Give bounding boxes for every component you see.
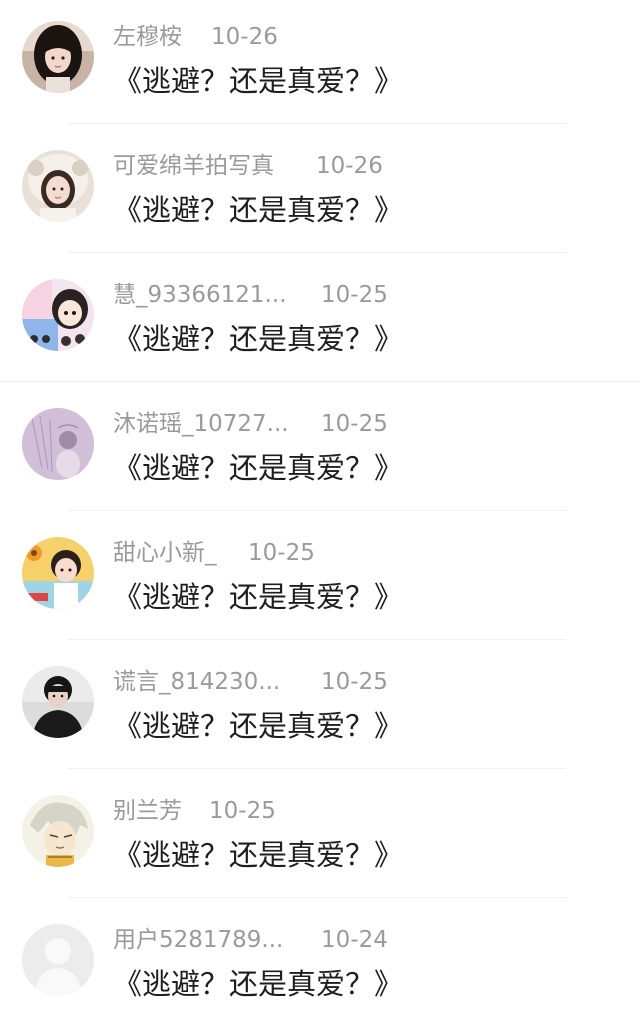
divider <box>68 123 566 124</box>
comment-date: 10-25 <box>248 540 315 566</box>
comment-meta: 甜心小新_ 10-25 <box>113 538 315 568</box>
boy-sunflower-avatar[interactable] <box>22 537 94 609</box>
comment-meta: 可爱绵羊拍写真 10-26 <box>113 151 383 181</box>
comment-item: 沐诺瑶_10727... 10-25 《逃避？还是真爱？》 <box>0 387 640 516</box>
comment-list: 左穆桉 10-26 《逃避？还是真爱？》 可爱绵羊拍写真 10-26 《逃避？还是真… <box>0 0 640 1032</box>
comment-item: 甜心小新_ 10-25 《逃避？还是真爱？》 <box>0 516 640 645</box>
girl-long-hair-avatar[interactable] <box>22 21 94 93</box>
divider <box>68 639 566 640</box>
comment-item: 谎言_814230... 10-25 《逃避？还是真爱？》 <box>0 645 640 774</box>
username[interactable]: 可爱绵羊拍写真 <box>113 151 316 181</box>
divider <box>68 897 566 898</box>
anime-character-avatar[interactable] <box>22 795 94 867</box>
comment-meta: 别兰芳 10-25 <box>113 796 276 826</box>
divider <box>0 381 640 382</box>
username[interactable]: 沐诺瑶_10727... <box>113 409 321 439</box>
comment-text: 《逃避？还是真爱？》 <box>113 193 404 227</box>
username[interactable]: 慧_93366121... <box>113 280 321 310</box>
comment-date: 10-25 <box>209 798 276 824</box>
comment-date: 10-25 <box>321 669 388 695</box>
comment-meta: 慧_93366121... 10-25 <box>113 280 388 310</box>
comment-text: 《逃避？还是真爱？》 <box>113 451 404 485</box>
comment-text: 《逃避？还是真爱？》 <box>113 967 404 1001</box>
comment-text: 《逃避？还是真爱？》 <box>113 709 404 743</box>
username[interactable]: 别兰芳 <box>113 796 209 826</box>
comment-item: 别兰芳 10-25 《逃避？还是真爱？》 <box>0 774 640 903</box>
cartoon-collage-avatar[interactable] <box>22 279 94 351</box>
comment-meta: 用户5281789... 10-24 <box>113 925 388 955</box>
default-user-avatar[interactable] <box>22 924 94 996</box>
comment-item: 慧_93366121... 10-25 《逃避？还是真爱？》 <box>0 258 640 387</box>
girl-furry-hood-avatar[interactable] <box>22 150 94 222</box>
comment-text: 《逃避？还是真爱？》 <box>113 580 404 614</box>
comment-date: 10-26 <box>211 24 278 50</box>
comment-item: 用户5281789... 10-24 《逃避？还是真爱？》 <box>0 903 640 1032</box>
comment-date: 10-25 <box>321 282 388 308</box>
username[interactable]: 用户5281789... <box>113 925 321 955</box>
comment-meta: 谎言_814230... 10-25 <box>113 667 388 697</box>
comment-text: 《逃避？还是真爱？》 <box>113 322 404 356</box>
dark-portrait-avatar[interactable] <box>22 666 94 738</box>
username[interactable]: 谎言_814230... <box>113 667 321 697</box>
comment-date: 10-24 <box>321 927 388 953</box>
divider <box>68 252 566 253</box>
username[interactable]: 左穆桉 <box>113 22 211 52</box>
purple-sketch-avatar[interactable] <box>22 408 94 480</box>
comment-text: 《逃避？还是真爱？》 <box>113 838 404 872</box>
comment-meta: 左穆桉 10-26 <box>113 22 278 52</box>
comment-item: 左穆桉 10-26 《逃避？还是真爱？》 <box>0 0 640 129</box>
comment-item: 可爱绵羊拍写真 10-26 《逃避？还是真爱？》 <box>0 129 640 258</box>
comment-date: 10-25 <box>321 411 388 437</box>
comment-date: 10-26 <box>316 153 383 179</box>
divider <box>68 510 566 511</box>
comment-text: 《逃避？还是真爱？》 <box>113 64 404 98</box>
divider <box>68 768 566 769</box>
username[interactable]: 甜心小新_ <box>113 538 248 568</box>
comment-meta: 沐诺瑶_10727... 10-25 <box>113 409 388 439</box>
